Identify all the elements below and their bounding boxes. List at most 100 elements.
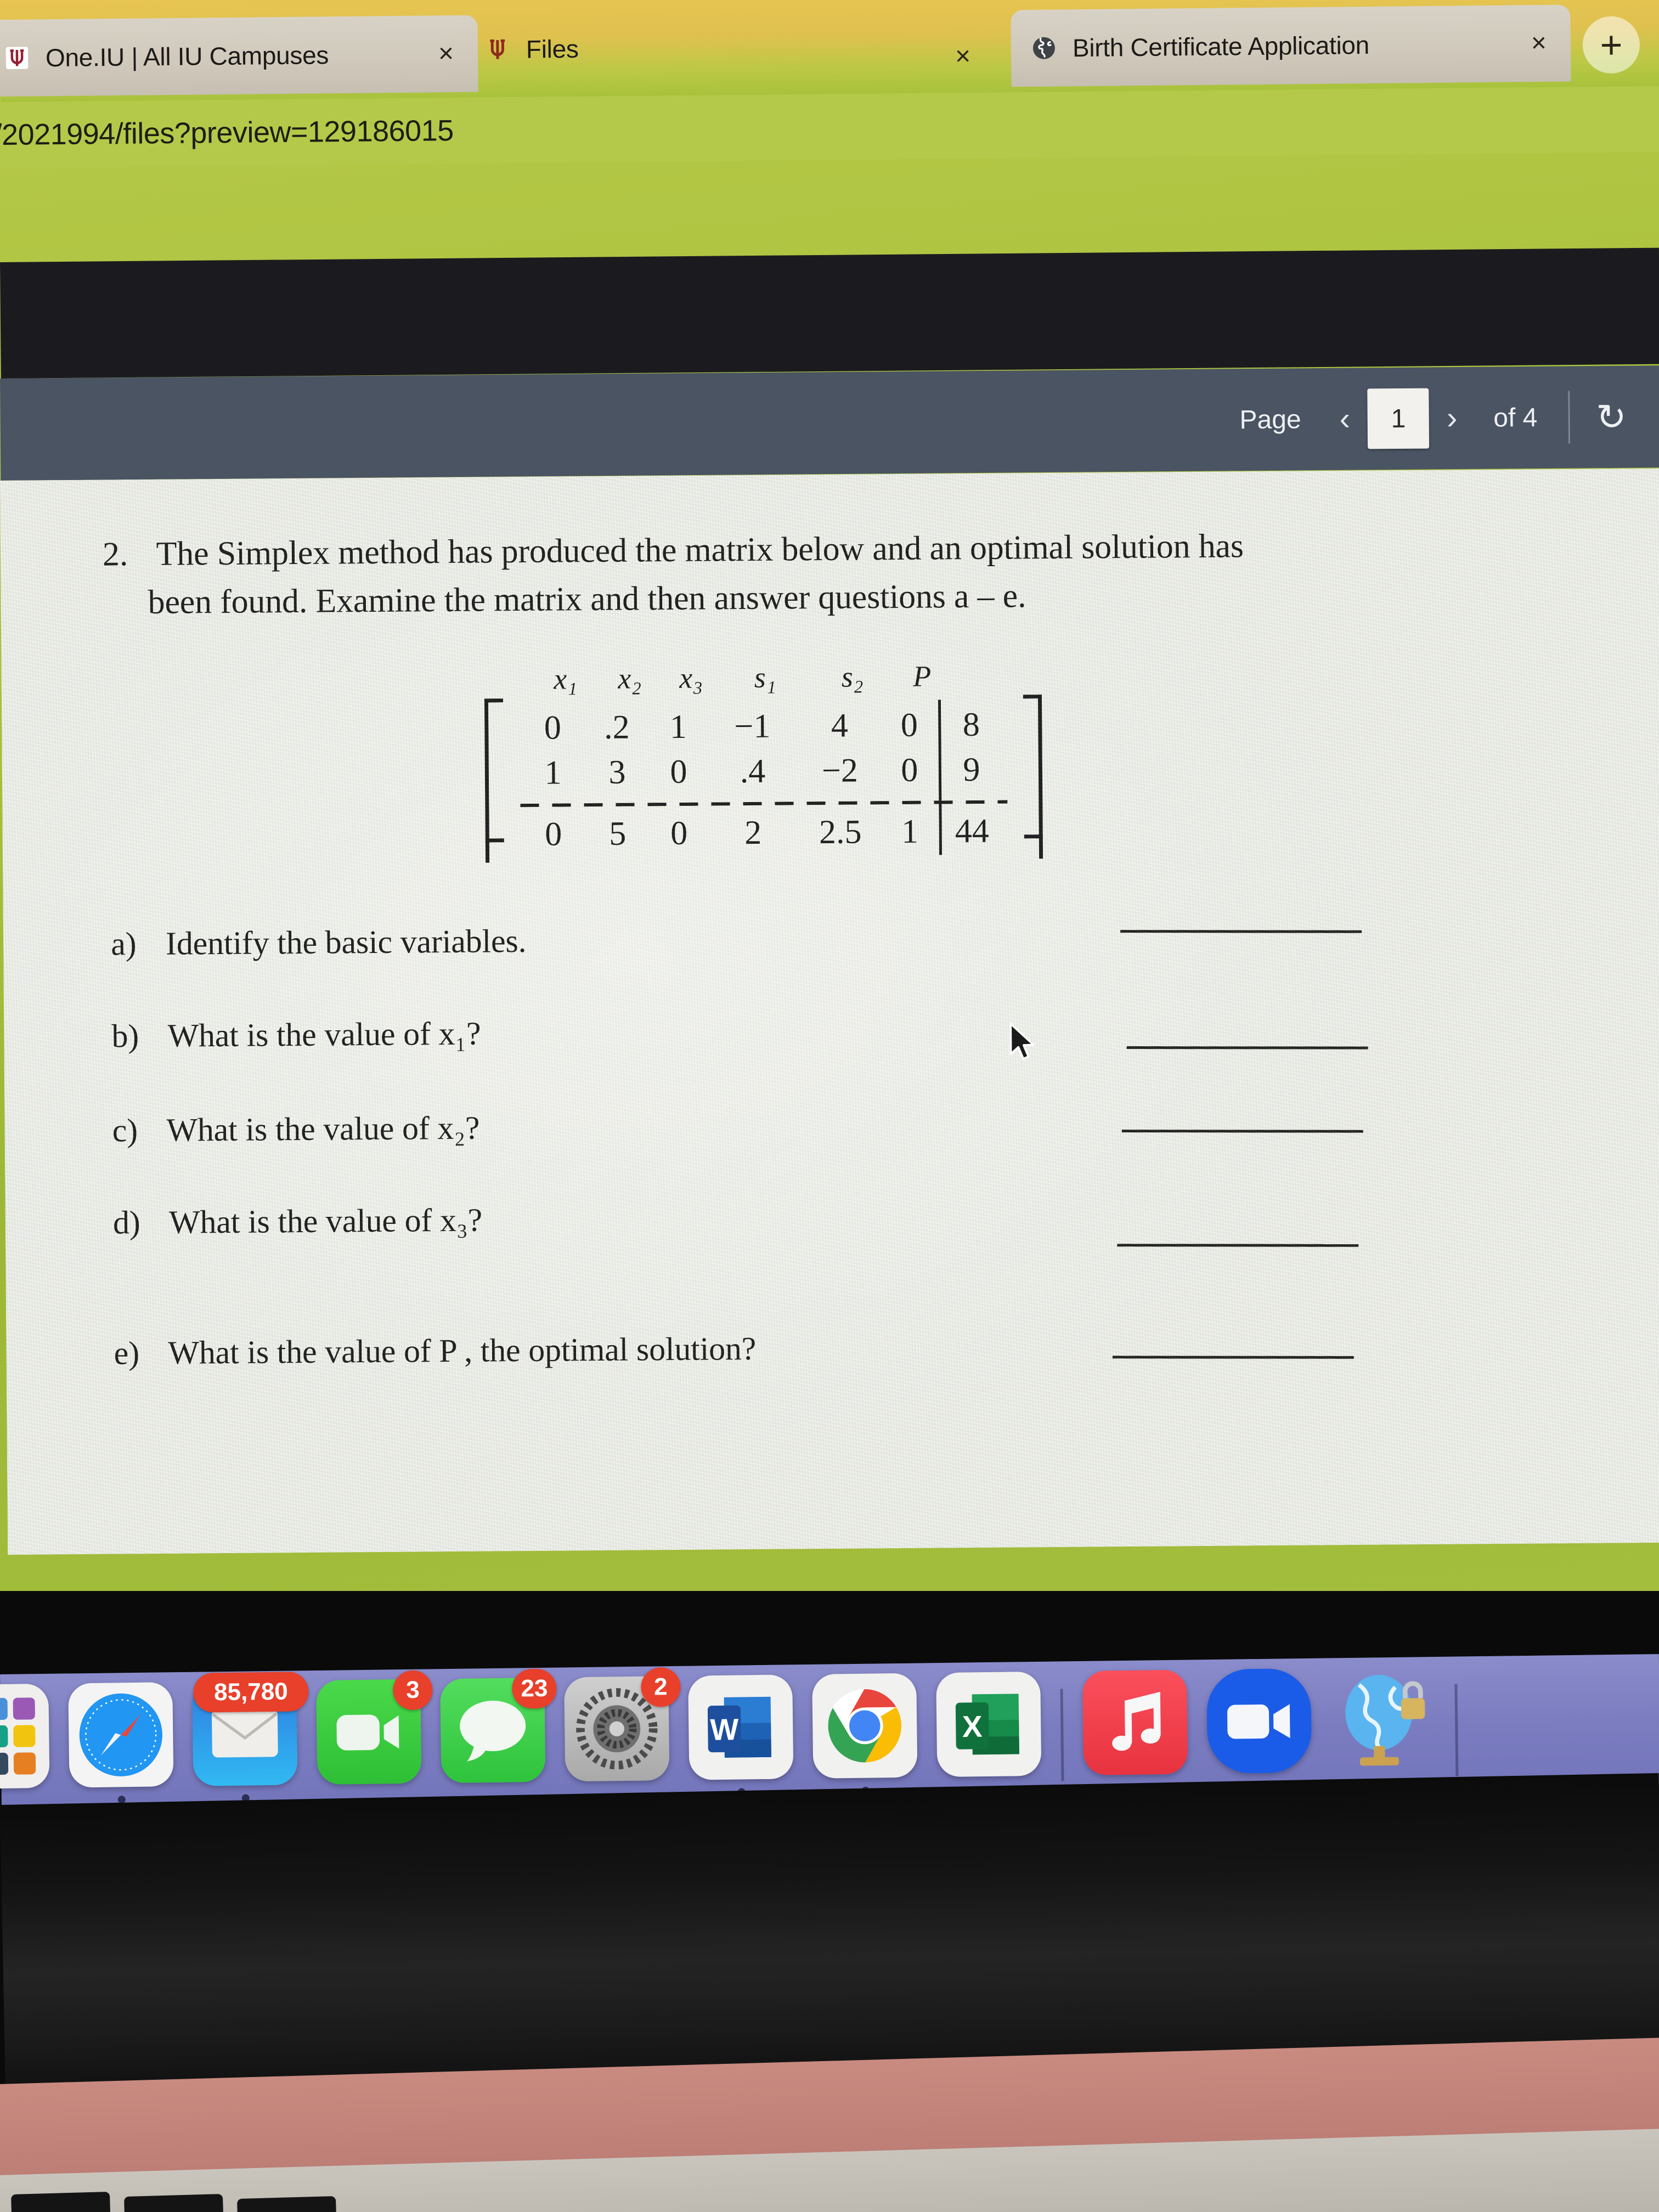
dock-item-messages[interactable]: 23: [440, 1668, 557, 1784]
page-count-label: of 4: [1493, 403, 1538, 433]
dock-item-music[interactable]: [1082, 1669, 1188, 1791]
question-text: Identify the basic variables.: [165, 922, 527, 962]
simplex-matrix: x₁ x₂ x₃ s₁ s₂ P 0 .2 1 −1 4 0 8 1 3 0 .…: [484, 658, 1043, 863]
iu-trident-icon: [483, 35, 512, 64]
pdf-page-content: 2. The Simplex method has produced the m…: [0, 468, 1659, 1555]
question-e: e) What is the value of P , the optimal …: [114, 1330, 756, 1373]
globe-lock-icon: [1345, 1674, 1425, 1766]
dock-item-zoom[interactable]: [1206, 1668, 1312, 1774]
matrix-cell: 0: [544, 709, 562, 747]
answer-line-c: [1121, 1130, 1363, 1133]
keyboard-key: [237, 2196, 337, 2212]
tab-title: Files: [526, 34, 579, 64]
tab-title: Birth Certificate Application: [1072, 31, 1370, 63]
matrix-row: 0 .2 1 −1 4 0 8: [520, 703, 1007, 751]
answer-line-d: [1117, 1244, 1359, 1247]
dock-badge: 3: [392, 1670, 433, 1711]
answer-line-b: [1126, 1046, 1368, 1049]
dock-item-vpn-globe[interactable]: [1330, 1667, 1436, 1772]
new-tab-button[interactable]: +: [1582, 16, 1640, 74]
matrix-cell: −2: [821, 752, 859, 789]
question-c: c) What is the value of x₂?: [112, 1109, 479, 1150]
page-number-input[interactable]: 1: [1367, 388, 1430, 449]
matrix-column-headers: x₁ x₂ x₃ s₁ s₂ P: [484, 658, 1041, 696]
question-letter: e): [114, 1335, 140, 1372]
question-letter: c): [112, 1112, 138, 1149]
tab-close-icon[interactable]: ×: [955, 41, 971, 71]
matrix-cell: 4: [831, 707, 849, 744]
matrix-cell: 5: [608, 815, 627, 853]
tab-close-icon[interactable]: ×: [1526, 29, 1552, 58]
matrix-header-p: P: [912, 659, 932, 693]
matrix-cell: 0: [901, 751, 918, 789]
question-d: d) What is the value of x₃?: [113, 1201, 483, 1242]
tab-close-icon[interactable]: ×: [433, 39, 459, 68]
laptop-screen-photo: One.IU | All IU Campuses × Files × Birth…: [0, 0, 1659, 2212]
matrix-header-x3: x₃: [679, 661, 703, 695]
question-letter: a): [110, 926, 137, 962]
question-letter: d): [112, 1204, 140, 1241]
rotate-icon[interactable]: ↻: [1596, 397, 1627, 437]
svg-text:W: W: [710, 1712, 739, 1747]
browser-tab-birth-certificate[interactable]: Birth Certificate Application ×: [1011, 4, 1571, 87]
matrix-left-bracket: [484, 698, 504, 863]
safari-compass-icon: [79, 1693, 162, 1776]
prompt-line-2: been found. Examine the matrix and then …: [148, 577, 1026, 622]
word-icon: W: [707, 1696, 771, 1758]
svg-text:X: X: [962, 1709, 983, 1743]
dock-item-microsoft-excel[interactable]: X: [936, 1671, 1042, 1778]
matrix-cells: 0 .2 1 −1 4 0 8 1 3 0 .4 −2 0 9 0 5 0 2 …: [503, 695, 1024, 862]
tab-title: One.IU | All IU Campuses: [45, 41, 329, 72]
matrix-header-x2: x₂: [618, 662, 642, 695]
matrix-cell: 0: [670, 814, 688, 852]
dock-item-facetime[interactable]: 3: [316, 1670, 433, 1785]
matrix-header-s1: s₁: [754, 661, 776, 694]
matrix-objective-divider: [520, 800, 1008, 807]
dock-badge: 85,780: [193, 1672, 309, 1713]
dock-divider: [1454, 1684, 1459, 1776]
answer-line-a: [1120, 930, 1362, 933]
matrix-cell: .2: [603, 708, 630, 746]
toolbar-divider: [1567, 391, 1570, 444]
envelope-icon: [212, 1709, 278, 1758]
matrix-cell: .4: [740, 752, 766, 790]
question-text: What is the value of x₁?: [167, 1015, 481, 1054]
dock-item-google-chrome[interactable]: [812, 1673, 918, 1795]
matrix-header-s2: s₂: [841, 660, 864, 693]
matrix-cell: −1: [734, 707, 771, 746]
prev-page-button[interactable]: ‹: [1325, 401, 1364, 437]
next-page-button[interactable]: ›: [1432, 400, 1472, 436]
dock-badge: 23: [512, 1668, 557, 1709]
zoom-video-icon: [1227, 1704, 1290, 1739]
matrix-cell: 1: [544, 754, 562, 792]
matrix-cell: 2: [744, 814, 762, 851]
browser-tab-files[interactable]: Files: [483, 34, 579, 65]
matrix-row: 1 3 0 .4 −2 0 9: [520, 747, 1008, 795]
matrix-rhs-cell: 9: [963, 751, 980, 788]
browser-tab-one-iu[interactable]: One.IU | All IU Campuses ×: [0, 15, 478, 97]
question-a: a) Identify the basic variables.: [111, 922, 527, 963]
music-note-icon: [1112, 1691, 1161, 1751]
dock-item-mail[interactable]: 85,780: [192, 1672, 309, 1802]
matrix-cell: 1: [669, 708, 687, 746]
matrix-rhs-cell: 8: [962, 706, 980, 744]
matrix-row: 0 5 0 2 2.5 1 44: [520, 809, 1008, 857]
matrix-right-bracket: [1023, 695, 1043, 859]
dock-item-system-settings[interactable]: 2: [564, 1667, 681, 1782]
speech-bubble-icon: [460, 1701, 526, 1762]
browser-tab-strip: One.IU | All IU Campuses × Files × Birth…: [0, 0, 1659, 102]
globe-icon: [1030, 33, 1058, 62]
question-letter: b): [111, 1018, 139, 1054]
matrix-header-x1: x₁: [554, 662, 578, 696]
answer-line-e: [1112, 1356, 1354, 1359]
dock-item-microsoft-word[interactable]: W: [688, 1674, 794, 1796]
question-prompt: 2. The Simplex method has produced the m…: [103, 520, 1464, 627]
keyboard-key: [124, 2193, 224, 2212]
video-camera-icon: [336, 1714, 399, 1751]
pdf-viewer-toolbar: Page ‹ 1 › of 4 ↻: [0, 365, 1659, 481]
question-text: What is the value of x₃?: [168, 1201, 483, 1240]
dock-item-launchpad[interactable]: [0, 1683, 50, 1790]
page-label: Page: [1239, 404, 1301, 435]
url-text: /2021994/files?preview=129186015: [0, 114, 454, 152]
dock-item-safari[interactable]: [68, 1682, 174, 1804]
